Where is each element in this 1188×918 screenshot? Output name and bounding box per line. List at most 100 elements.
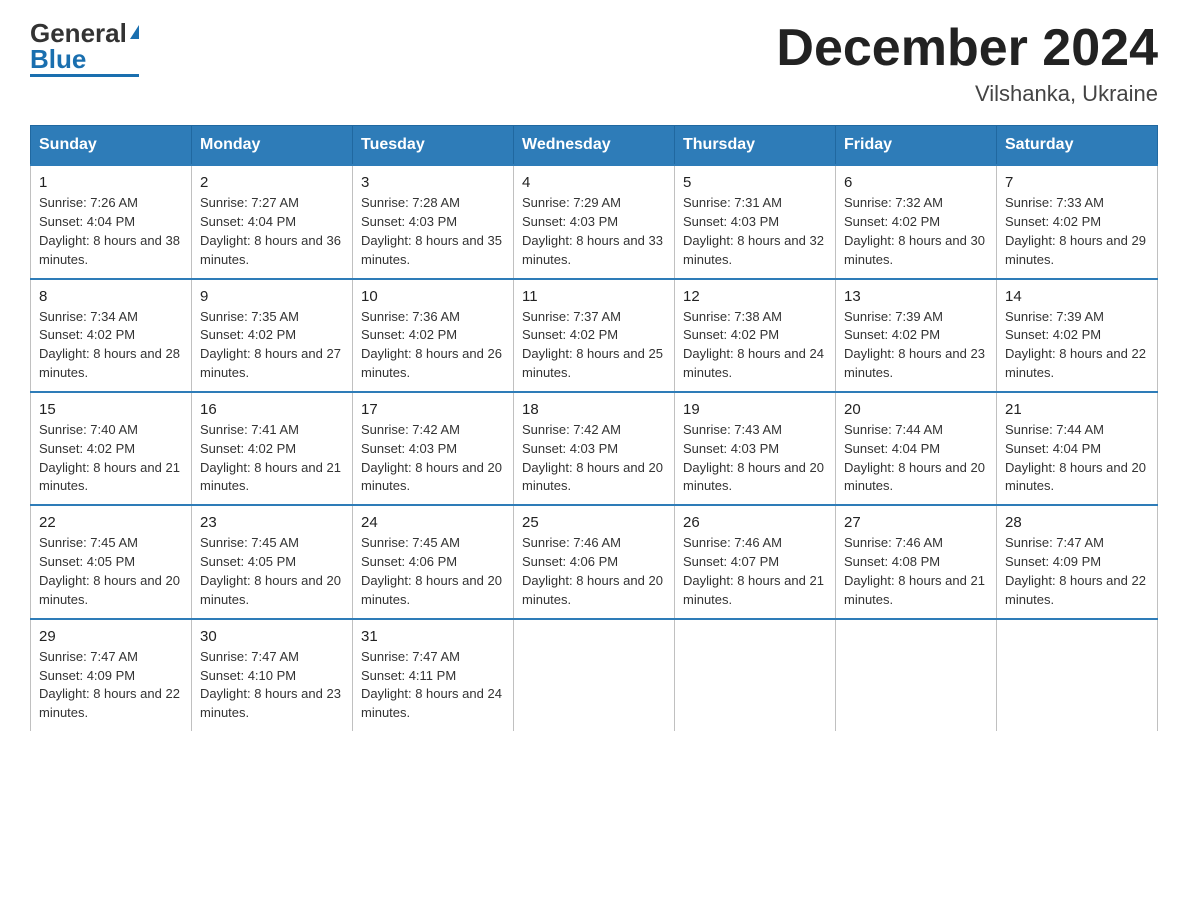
day-number: 25: [522, 514, 666, 531]
month-title: December 2024: [776, 20, 1158, 77]
day-number: 9: [200, 288, 344, 305]
calendar-cell: 4 Sunrise: 7:29 AMSunset: 4:03 PMDayligh…: [514, 165, 675, 278]
day-number: 15: [39, 401, 183, 418]
calendar-cell: 15 Sunrise: 7:40 AMSunset: 4:02 PMDaylig…: [31, 392, 192, 505]
calendar-cell: [836, 619, 997, 731]
day-number: 26: [683, 514, 827, 531]
day-number: 18: [522, 401, 666, 418]
calendar-cell: 29 Sunrise: 7:47 AMSunset: 4:09 PMDaylig…: [31, 619, 192, 731]
calendar-cell: 26 Sunrise: 7:46 AMSunset: 4:07 PMDaylig…: [675, 505, 836, 618]
day-info: Sunrise: 7:37 AMSunset: 4:02 PMDaylight:…: [522, 308, 666, 383]
col-saturday: Saturday: [997, 126, 1158, 166]
page-header: General Blue December 2024 Vilshanka, Uk…: [30, 20, 1158, 107]
day-number: 11: [522, 288, 666, 305]
col-sunday: Sunday: [31, 126, 192, 166]
calendar-cell: 27 Sunrise: 7:46 AMSunset: 4:08 PMDaylig…: [836, 505, 997, 618]
day-number: 5: [683, 174, 827, 191]
day-info: Sunrise: 7:45 AMSunset: 4:05 PMDaylight:…: [200, 534, 344, 609]
location-title: Vilshanka, Ukraine: [776, 81, 1158, 107]
day-info: Sunrise: 7:38 AMSunset: 4:02 PMDaylight:…: [683, 308, 827, 383]
calendar-cell: 13 Sunrise: 7:39 AMSunset: 4:02 PMDaylig…: [836, 279, 997, 392]
logo-triangle-icon: [130, 25, 139, 39]
day-info: Sunrise: 7:42 AMSunset: 4:03 PMDaylight:…: [522, 421, 666, 496]
day-info: Sunrise: 7:39 AMSunset: 4:02 PMDaylight:…: [1005, 308, 1149, 383]
day-info: Sunrise: 7:27 AMSunset: 4:04 PMDaylight:…: [200, 194, 344, 269]
day-number: 20: [844, 401, 988, 418]
calendar-cell: 9 Sunrise: 7:35 AMSunset: 4:02 PMDayligh…: [192, 279, 353, 392]
day-info: Sunrise: 7:46 AMSunset: 4:07 PMDaylight:…: [683, 534, 827, 609]
col-wednesday: Wednesday: [514, 126, 675, 166]
calendar-cell: 28 Sunrise: 7:47 AMSunset: 4:09 PMDaylig…: [997, 505, 1158, 618]
calendar-cell: 6 Sunrise: 7:32 AMSunset: 4:02 PMDayligh…: [836, 165, 997, 278]
week-row-5: 29 Sunrise: 7:47 AMSunset: 4:09 PMDaylig…: [31, 619, 1158, 731]
day-number: 22: [39, 514, 183, 531]
logo: General Blue: [30, 20, 139, 77]
day-number: 24: [361, 514, 505, 531]
calendar-cell: 31 Sunrise: 7:47 AMSunset: 4:11 PMDaylig…: [353, 619, 514, 731]
calendar-cell: 21 Sunrise: 7:44 AMSunset: 4:04 PMDaylig…: [997, 392, 1158, 505]
day-info: Sunrise: 7:41 AMSunset: 4:02 PMDaylight:…: [200, 421, 344, 496]
calendar-cell: 19 Sunrise: 7:43 AMSunset: 4:03 PMDaylig…: [675, 392, 836, 505]
logo-underline: [30, 74, 139, 77]
day-number: 16: [200, 401, 344, 418]
day-info: Sunrise: 7:26 AMSunset: 4:04 PMDaylight:…: [39, 194, 183, 269]
day-number: 17: [361, 401, 505, 418]
day-info: Sunrise: 7:36 AMSunset: 4:02 PMDaylight:…: [361, 308, 505, 383]
day-info: Sunrise: 7:42 AMSunset: 4:03 PMDaylight:…: [361, 421, 505, 496]
day-info: Sunrise: 7:45 AMSunset: 4:06 PMDaylight:…: [361, 534, 505, 609]
day-number: 27: [844, 514, 988, 531]
calendar-cell: 24 Sunrise: 7:45 AMSunset: 4:06 PMDaylig…: [353, 505, 514, 618]
day-number: 2: [200, 174, 344, 191]
day-number: 4: [522, 174, 666, 191]
day-info: Sunrise: 7:47 AMSunset: 4:10 PMDaylight:…: [200, 648, 344, 723]
day-info: Sunrise: 7:29 AMSunset: 4:03 PMDaylight:…: [522, 194, 666, 269]
calendar-cell: 1 Sunrise: 7:26 AMSunset: 4:04 PMDayligh…: [31, 165, 192, 278]
title-block: December 2024 Vilshanka, Ukraine: [776, 20, 1158, 107]
day-info: Sunrise: 7:34 AMSunset: 4:02 PMDaylight:…: [39, 308, 183, 383]
week-row-1: 1 Sunrise: 7:26 AMSunset: 4:04 PMDayligh…: [31, 165, 1158, 278]
calendar-cell: 20 Sunrise: 7:44 AMSunset: 4:04 PMDaylig…: [836, 392, 997, 505]
calendar-cell: 18 Sunrise: 7:42 AMSunset: 4:03 PMDaylig…: [514, 392, 675, 505]
day-info: Sunrise: 7:47 AMSunset: 4:09 PMDaylight:…: [39, 648, 183, 723]
logo-blue-text: Blue: [30, 46, 86, 72]
day-number: 12: [683, 288, 827, 305]
day-info: Sunrise: 7:45 AMSunset: 4:05 PMDaylight:…: [39, 534, 183, 609]
day-info: Sunrise: 7:44 AMSunset: 4:04 PMDaylight:…: [844, 421, 988, 496]
day-number: 1: [39, 174, 183, 191]
day-info: Sunrise: 7:35 AMSunset: 4:02 PMDaylight:…: [200, 308, 344, 383]
calendar-cell: 25 Sunrise: 7:46 AMSunset: 4:06 PMDaylig…: [514, 505, 675, 618]
calendar-cell: [675, 619, 836, 731]
calendar-table: Sunday Monday Tuesday Wednesday Thursday…: [30, 125, 1158, 731]
week-row-2: 8 Sunrise: 7:34 AMSunset: 4:02 PMDayligh…: [31, 279, 1158, 392]
day-number: 30: [200, 628, 344, 645]
calendar-cell: 22 Sunrise: 7:45 AMSunset: 4:05 PMDaylig…: [31, 505, 192, 618]
calendar-cell: 2 Sunrise: 7:27 AMSunset: 4:04 PMDayligh…: [192, 165, 353, 278]
day-info: Sunrise: 7:39 AMSunset: 4:02 PMDaylight:…: [844, 308, 988, 383]
day-number: 14: [1005, 288, 1149, 305]
col-monday: Monday: [192, 126, 353, 166]
day-info: Sunrise: 7:44 AMSunset: 4:04 PMDaylight:…: [1005, 421, 1149, 496]
calendar-cell: 10 Sunrise: 7:36 AMSunset: 4:02 PMDaylig…: [353, 279, 514, 392]
day-number: 6: [844, 174, 988, 191]
day-info: Sunrise: 7:47 AMSunset: 4:11 PMDaylight:…: [361, 648, 505, 723]
day-number: 13: [844, 288, 988, 305]
day-info: Sunrise: 7:46 AMSunset: 4:08 PMDaylight:…: [844, 534, 988, 609]
calendar-cell: 16 Sunrise: 7:41 AMSunset: 4:02 PMDaylig…: [192, 392, 353, 505]
day-number: 8: [39, 288, 183, 305]
calendar-cell: 7 Sunrise: 7:33 AMSunset: 4:02 PMDayligh…: [997, 165, 1158, 278]
day-info: Sunrise: 7:46 AMSunset: 4:06 PMDaylight:…: [522, 534, 666, 609]
day-info: Sunrise: 7:43 AMSunset: 4:03 PMDaylight:…: [683, 421, 827, 496]
day-number: 21: [1005, 401, 1149, 418]
col-thursday: Thursday: [675, 126, 836, 166]
calendar-cell: 11 Sunrise: 7:37 AMSunset: 4:02 PMDaylig…: [514, 279, 675, 392]
calendar-cell: 17 Sunrise: 7:42 AMSunset: 4:03 PMDaylig…: [353, 392, 514, 505]
day-number: 29: [39, 628, 183, 645]
calendar-cell: [514, 619, 675, 731]
calendar-header-row: Sunday Monday Tuesday Wednesday Thursday…: [31, 126, 1158, 166]
day-number: 10: [361, 288, 505, 305]
day-info: Sunrise: 7:28 AMSunset: 4:03 PMDaylight:…: [361, 194, 505, 269]
calendar-cell: [997, 619, 1158, 731]
week-row-3: 15 Sunrise: 7:40 AMSunset: 4:02 PMDaylig…: [31, 392, 1158, 505]
calendar-cell: 30 Sunrise: 7:47 AMSunset: 4:10 PMDaylig…: [192, 619, 353, 731]
day-number: 3: [361, 174, 505, 191]
